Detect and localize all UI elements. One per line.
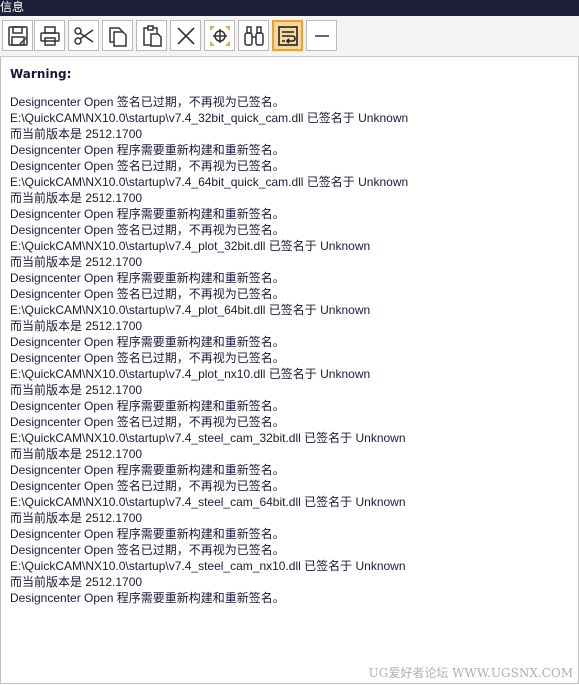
cut-button[interactable] (68, 20, 99, 51)
message-area[interactable]: Warning: Designcenter Open 签名已过期，不再视为已签名… (0, 57, 579, 684)
message-line: 而当前版本是 2512.1700 (10, 447, 143, 461)
locate-button[interactable] (204, 20, 235, 51)
warning-heading: Warning: (10, 67, 72, 81)
print-button[interactable] (34, 20, 65, 51)
message-line: Designcenter Open 签名已过期，不再视为已签名。 (10, 287, 285, 301)
paste-button[interactable] (136, 20, 167, 51)
message-line: 而当前版本是 2512.1700 (10, 575, 143, 589)
message-line: 而当前版本是 2512.1700 (10, 255, 143, 269)
cut-icon (73, 26, 93, 45)
message-line: Designcenter Open 程序需要重新构建和重新签名。 (10, 335, 285, 349)
title-bar: 信息 (0, 0, 579, 16)
delete-icon (176, 26, 195, 45)
message-line: Designcenter Open 签名已过期，不再视为已签名。 (10, 415, 285, 429)
message-line: E:\QuickCAM\NX10.0\startup\v7.4_plot_32b… (10, 239, 371, 253)
message-line: E:\QuickCAM\NX10.0\startup\v7.4_64bit_qu… (10, 175, 409, 189)
window-title: 信息 (0, 0, 25, 14)
message-line: 而当前版本是 2512.1700 (10, 127, 143, 141)
message-line: Designcenter Open 签名已过期，不再视为已签名。 (10, 543, 285, 557)
watermark: UG爱好者论坛 WWW.UGSNX.COM (368, 666, 573, 680)
message-line: Designcenter Open 签名已过期，不再视为已签名。 (10, 159, 285, 173)
locate-icon (209, 25, 230, 46)
message-line: Designcenter Open 程序需要重新构建和重新签名。 (10, 271, 285, 285)
delete-button[interactable] (170, 20, 201, 51)
message-line: Designcenter Open 程序需要重新构建和重新签名。 (10, 463, 285, 477)
message-line: Designcenter Open 程序需要重新构建和重新签名。 (10, 527, 285, 541)
wrap-text-button[interactable] (272, 20, 303, 51)
message-line: Designcenter Open 程序需要重新构建和重新签名。 (10, 143, 285, 157)
message-line: E:\QuickCAM\NX10.0\startup\v7.4_steel_ca… (10, 559, 406, 573)
message-line: Designcenter Open 签名已过期，不再视为已签名。 (10, 95, 285, 109)
toolbar (0, 16, 579, 57)
message-lines: Designcenter Open 签名已过期，不再视为已签名。 E:\Quick… (10, 94, 408, 606)
message-line: Designcenter Open 签名已过期，不再视为已签名。 (10, 479, 285, 493)
find-button[interactable] (238, 20, 269, 51)
message-line: E:\QuickCAM\NX10.0\startup\v7.4_steel_ca… (10, 495, 406, 509)
message-line: Designcenter Open 签名已过期，不再视为已签名。 (10, 223, 285, 237)
save-icon (7, 25, 28, 46)
find-icon (243, 25, 264, 46)
minimize-button[interactable] (306, 20, 337, 51)
print-icon (39, 25, 60, 46)
minimize-icon (314, 34, 329, 37)
message-line: E:\QuickCAM\NX10.0\startup\v7.4_plot_nx1… (10, 367, 371, 381)
message-line: E:\QuickCAM\NX10.0\startup\v7.4_steel_ca… (10, 431, 406, 445)
message-line: 而当前版本是 2512.1700 (10, 191, 143, 205)
copy-button[interactable] (102, 20, 133, 51)
paste-icon (142, 24, 162, 47)
message-line: Designcenter Open 程序需要重新构建和重新签名。 (10, 399, 285, 413)
message-line: 而当前版本是 2512.1700 (10, 383, 143, 397)
message-line: 而当前版本是 2512.1700 (10, 511, 143, 525)
wrap-text-icon (277, 25, 298, 46)
message-line: E:\QuickCAM\NX10.0\startup\v7.4_32bit_qu… (10, 111, 409, 125)
message-line: E:\QuickCAM\NX10.0\startup\v7.4_plot_64b… (10, 303, 371, 317)
copy-icon (108, 26, 127, 47)
message-line: Designcenter Open 签名已过期，不再视为已签名。 (10, 351, 285, 365)
message-line: Designcenter Open 程序需要重新构建和重新签名。 (10, 207, 285, 221)
message-line: Designcenter Open 程序需要重新构建和重新签名。 (10, 591, 285, 605)
save-button[interactable] (2, 20, 33, 51)
message-line: 而当前版本是 2512.1700 (10, 319, 143, 333)
